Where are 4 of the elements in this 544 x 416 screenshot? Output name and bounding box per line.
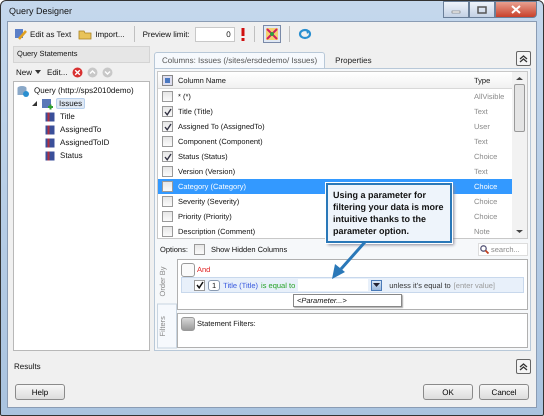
callout-tooltip: Using a parameter for filtering your data is more intuitive thanks to the parameter option. — [326, 183, 452, 243]
results-label: Results — [14, 362, 41, 370]
preview-limit-label: Preview limit: — [142, 30, 190, 38]
window-title: Query Designer — [8, 6, 74, 16]
